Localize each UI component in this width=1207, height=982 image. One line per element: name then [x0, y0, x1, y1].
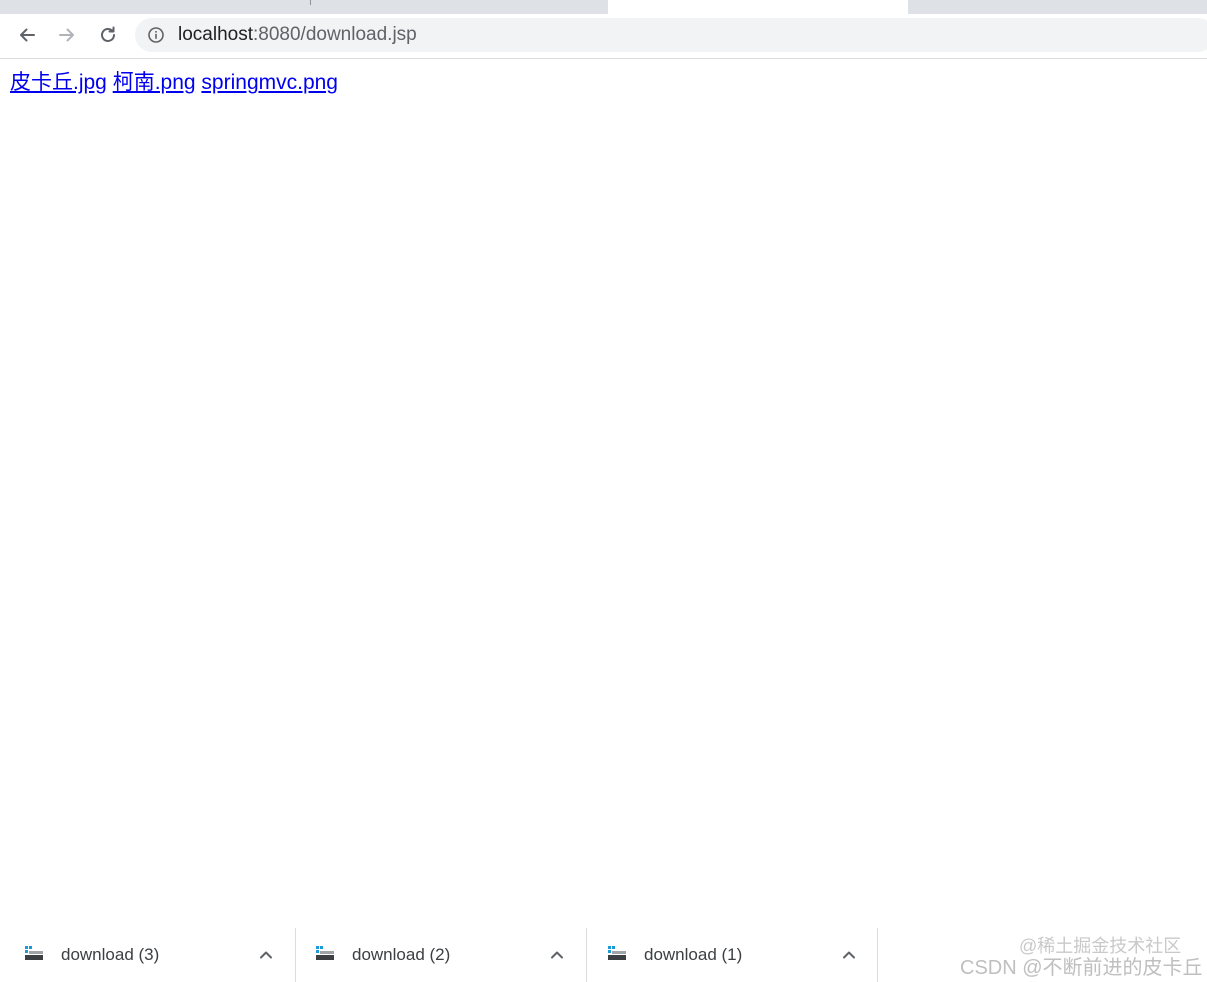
url-host: localhost — [178, 24, 253, 45]
link-conan-png[interactable]: 柯南.png — [113, 71, 196, 94]
file-icon — [25, 946, 43, 960]
url-text[interactable]: localhost:8080/download.jsp — [178, 24, 417, 46]
download-separator — [877, 928, 878, 982]
arrow-left-icon — [20, 28, 35, 42]
chevron-up-icon[interactable] — [841, 947, 857, 963]
browser-toolbar: localhost:8080/download.jsp — [0, 14, 1207, 59]
download-name: download (3) — [61, 945, 160, 964]
download-item[interactable]: download (1) — [583, 928, 874, 982]
info-circle-icon[interactable] — [147, 26, 165, 44]
tab-inactive-left[interactable] — [0, 0, 608, 13]
link-pikachu-jpg[interactable]: 皮卡丘.jpg — [10, 71, 107, 94]
tab-separator — [310, 0, 311, 5]
forward-button[interactable] — [52, 20, 82, 50]
download-item[interactable]: download (3) — [0, 928, 291, 982]
arrow-right-icon — [59, 28, 74, 42]
link-springmvc-png[interactable]: springmvc.png — [201, 71, 338, 94]
watermark-line2: CSDN @不断前进的皮卡丘 — [960, 957, 1203, 979]
download-name: download (2) — [352, 945, 451, 964]
chevron-up-icon[interactable] — [549, 947, 565, 963]
url-path: :8080/download.jsp — [253, 24, 417, 45]
file-icon — [316, 946, 334, 960]
back-button[interactable] — [12, 20, 42, 50]
reload-icon — [101, 26, 115, 42]
download-links: 皮卡丘.jpg 柯南.png springmvc.png — [10, 70, 338, 96]
reload-button[interactable] — [93, 20, 123, 50]
address-bar[interactable]: localhost:8080/download.jsp — [135, 18, 1207, 52]
tab-strip — [0, 0, 1207, 14]
download-name: download (1) — [644, 945, 743, 964]
tab-inactive-right[interactable] — [908, 0, 1207, 13]
tab-active[interactable] — [608, 0, 908, 14]
download-item[interactable]: download (2) — [291, 928, 582, 982]
file-icon — [608, 946, 626, 960]
chevron-up-icon[interactable] — [258, 947, 274, 963]
